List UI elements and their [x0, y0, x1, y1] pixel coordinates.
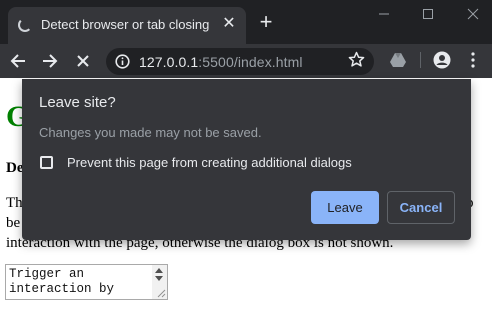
url-path: :5500/index.html [198, 54, 303, 70]
drive-icon[interactable] [389, 52, 407, 68]
maximize-icon[interactable] [418, 6, 438, 22]
url-text[interactable]: 127.0.0.1:5500/index.html [139, 54, 303, 70]
cancel-button[interactable]: Cancel [387, 191, 455, 224]
interaction-textarea[interactable]: Trigger an interaction by [5, 264, 168, 300]
dialog-title: Leave site? [39, 94, 116, 111]
more-vert-icon[interactable] [470, 52, 476, 68]
scroll-down-arrow-icon[interactable] [155, 276, 163, 281]
info-icon[interactable] [115, 54, 130, 69]
prevent-dialogs-checkbox[interactable] [40, 156, 53, 169]
address-bar[interactable]: 127.0.0.1:5500/index.html [106, 48, 374, 75]
forward-arrow-icon[interactable] [41, 52, 59, 70]
page-subheading: De [6, 160, 24, 176]
tab-title: Detect browser or tab closing [41, 17, 210, 32]
stop-loading-icon[interactable] [74, 52, 92, 70]
tab-close-icon[interactable]: ✕ [221, 16, 237, 32]
prevent-dialogs-label[interactable]: Prevent this page from creating addition… [67, 155, 352, 170]
leave-site-dialog: Leave site? Changes you made may not be … [22, 79, 471, 240]
account-icon[interactable] [433, 51, 451, 69]
star-icon[interactable] [348, 51, 365, 68]
url-host: 127.0.0.1 [139, 54, 199, 70]
leave-button[interactable]: Leave [311, 191, 379, 224]
dialog-message: Changes you made may not be saved. [39, 125, 262, 140]
spinner-icon [18, 18, 32, 32]
window-close-icon[interactable] [463, 6, 483, 22]
back-arrow-icon[interactable] [9, 52, 27, 70]
scroll-up-arrow-icon[interactable] [155, 268, 163, 273]
browser-tab[interactable]: Detect browser or tab closing ✕ [8, 7, 246, 44]
minimize-icon[interactable] [374, 6, 394, 22]
browser-titlebar: Detect browser or tab closing ✕ + [0, 0, 492, 44]
resize-grip-icon[interactable] [155, 287, 166, 298]
browser-toolbar: 127.0.0.1:5500/index.html [0, 44, 492, 78]
textarea-value: Trigger an interaction by [9, 267, 115, 296]
new-tab-icon[interactable]: + [257, 11, 275, 33]
toolbar-separator [420, 52, 421, 68]
